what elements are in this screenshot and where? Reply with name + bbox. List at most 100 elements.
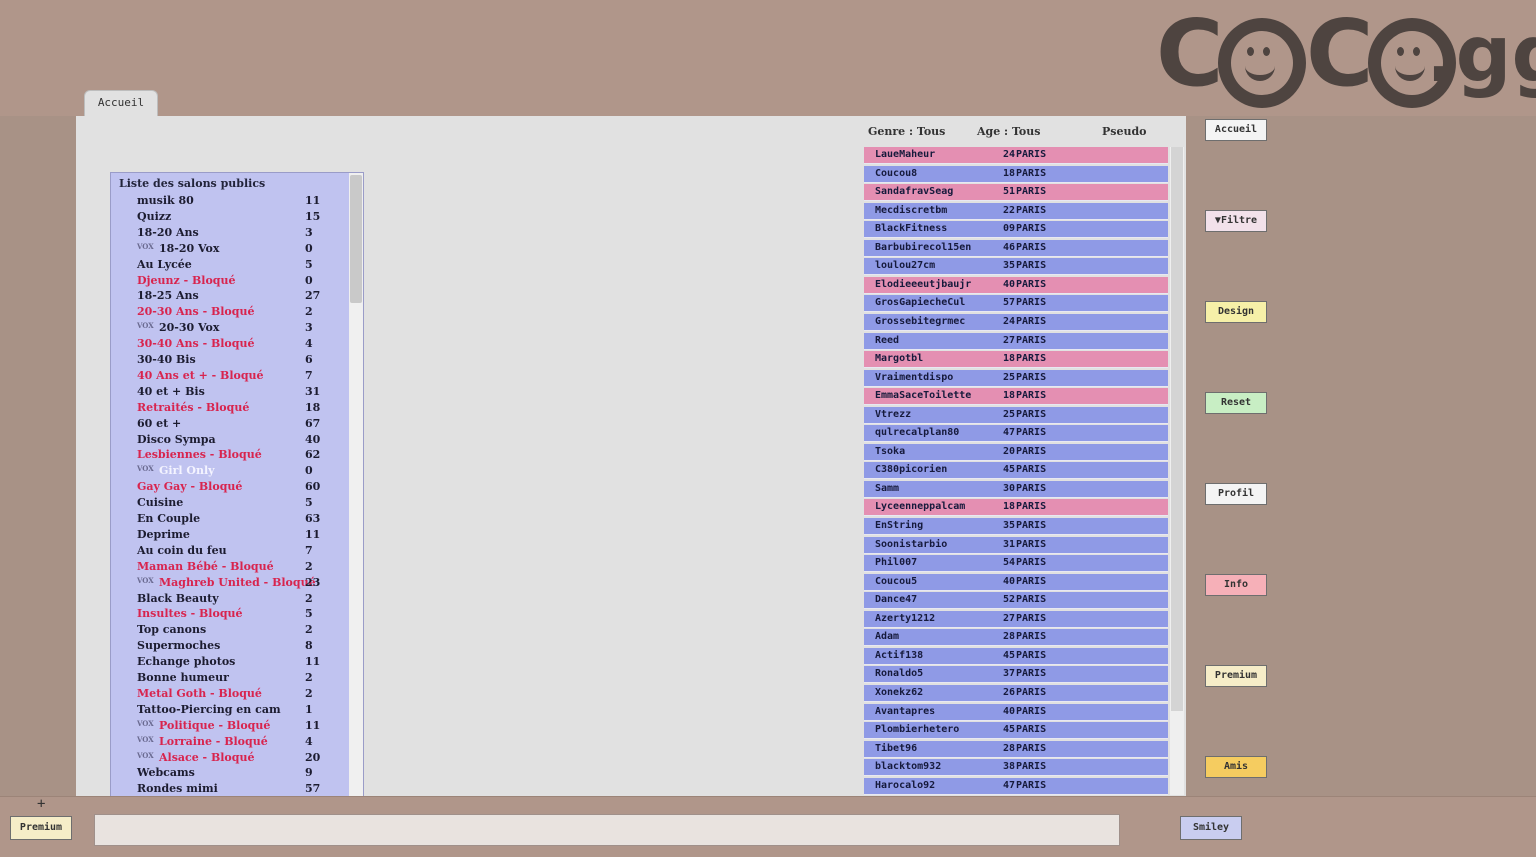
- user-row[interactable]: Mecdiscretbm 22 PARIS: [864, 202, 1168, 220]
- age-filter[interactable]: Age : Tous: [977, 125, 1040, 138]
- user-row[interactable]: Dance47 52 PARIS: [864, 592, 1168, 610]
- nav-button-amis[interactable]: Amis: [1205, 756, 1267, 778]
- room-item[interactable]: VOX Alsace - Bloqué 20: [115, 750, 349, 766]
- room-item[interactable]: Gay Gay - Bloqué 60: [115, 479, 349, 495]
- genre-filter[interactable]: Genre : Tous: [868, 125, 945, 138]
- user-row[interactable]: Xonekz62 26 PARIS: [864, 684, 1168, 702]
- user-pseudo: Dance47: [875, 594, 918, 606]
- nav-button-reset[interactable]: Reset: [1205, 392, 1267, 414]
- user-row[interactable]: Margotbl 18 PARIS: [864, 351, 1168, 369]
- user-row[interactable]: Vtrezz 25 PARIS: [864, 406, 1168, 424]
- user-row[interactable]: C380picorien 45 PARIS: [864, 462, 1168, 480]
- user-row[interactable]: Tibet96 28 PARIS: [864, 740, 1168, 758]
- user-row[interactable]: Harocalo92 47 PARIS: [864, 777, 1168, 795]
- plus-icon[interactable]: +: [37, 796, 45, 812]
- user-row[interactable]: Phil007 54 PARIS: [864, 555, 1168, 573]
- user-row[interactable]: GrosGapiecheCul 57 PARIS: [864, 295, 1168, 313]
- user-row[interactable]: LaueMaheur 24 PARIS: [864, 147, 1168, 164]
- smiley-button[interactable]: Smiley: [1180, 816, 1242, 840]
- room-item[interactable]: VOX 20-30 Vox 3: [115, 320, 349, 336]
- room-item[interactable]: 40 Ans et + - Bloqué 7: [115, 368, 349, 384]
- room-item[interactable]: VOX 18-20 Vox 0: [115, 241, 349, 257]
- room-item[interactable]: Djeunz - Bloqué 0: [115, 273, 349, 289]
- room-item[interactable]: Echange photos 11: [115, 654, 349, 670]
- user-city: PARIS: [1016, 668, 1047, 680]
- user-row[interactable]: Reed 27 PARIS: [864, 332, 1168, 350]
- user-list-scrollbar[interactable]: [1170, 147, 1184, 795]
- user-row[interactable]: Soonistarbio 31 PARIS: [864, 536, 1168, 554]
- user-row[interactable]: SandafravSeag 51 PARIS: [864, 184, 1168, 202]
- room-item[interactable]: Deprime 11: [115, 527, 349, 543]
- public-rooms-list[interactable]: Liste des salons publics musik 80 11 Quizz…: [110, 172, 364, 798]
- user-row[interactable]: Coucou5 40 PARIS: [864, 573, 1168, 591]
- room-item[interactable]: Disco Sympa 40: [115, 432, 349, 448]
- room-item[interactable]: Metal Goth - Bloqué 2: [115, 686, 349, 702]
- room-name: Bonne humeur: [137, 671, 229, 684]
- room-item[interactable]: Top canons 2: [115, 622, 349, 638]
- room-item[interactable]: Rondes mimi 57: [115, 781, 349, 797]
- user-row[interactable]: Ronaldo5 37 PARIS: [864, 666, 1168, 684]
- user-row[interactable]: Actif138 45 PARIS: [864, 647, 1168, 665]
- room-item[interactable]: musik 80 11: [115, 193, 349, 209]
- user-row[interactable]: Vraimentdispo 25 PARIS: [864, 369, 1168, 387]
- user-row[interactable]: Adam 28 PARIS: [864, 629, 1168, 647]
- room-item[interactable]: Cuisine 5: [115, 495, 349, 511]
- user-row[interactable]: EnString 35 PARIS: [864, 518, 1168, 535]
- room-item[interactable]: 30-40 Ans - Bloqué 4: [115, 336, 349, 352]
- nav-button-profil[interactable]: Profil: [1205, 483, 1267, 505]
- user-row[interactable]: Grossebitegrmec 24 PARIS: [864, 313, 1168, 331]
- user-row[interactable]: BlackFitness 09 PARIS: [864, 221, 1168, 239]
- nav-button-premium[interactable]: Premium: [1205, 665, 1267, 687]
- user-row[interactable]: EmmaSaceToilette 18 PARIS: [864, 388, 1168, 406]
- user-row[interactable]: qulrecalplan80 47 PARIS: [864, 425, 1168, 443]
- room-item[interactable]: Au Lycée 5: [115, 257, 349, 273]
- user-row[interactable]: loulou27cm 35 PARIS: [864, 258, 1168, 276]
- room-item[interactable]: En Couple 63: [115, 511, 349, 527]
- user-row[interactable]: Plombierhetero 45 PARIS: [864, 722, 1168, 740]
- rooms-scrollbar[interactable]: [349, 173, 363, 797]
- premium-button[interactable]: Premium: [10, 816, 72, 840]
- room-count: 5: [305, 257, 313, 271]
- message-input[interactable]: [94, 814, 1120, 846]
- room-item[interactable]: Supermoches 8: [115, 638, 349, 654]
- room-item[interactable]: Au coin du feu 7: [115, 543, 349, 559]
- user-age: 52: [1003, 594, 1016, 606]
- user-row[interactable]: Coucou8 18 PARIS: [864, 165, 1168, 183]
- user-row[interactable]: Barbubirecol15en 46 PARIS: [864, 239, 1168, 257]
- room-item[interactable]: Insultes - Bloqué 5: [115, 606, 349, 622]
- nav-button-design[interactable]: Design: [1205, 301, 1267, 323]
- room-item[interactable]: Bonne humeur 2: [115, 670, 349, 686]
- room-item[interactable]: VOX Girl Only 0: [115, 463, 349, 479]
- user-age: 45: [1003, 724, 1016, 736]
- user-scroll-thumb[interactable]: [1171, 147, 1183, 711]
- pseudo-sort[interactable]: Pseudo: [1102, 125, 1147, 138]
- room-item[interactable]: 18-25 Ans 27: [115, 288, 349, 304]
- user-city: PARIS: [1016, 297, 1047, 309]
- rooms-scroll-thumb[interactable]: [350, 175, 362, 303]
- room-item[interactable]: Retraités - Bloqué 18: [115, 400, 349, 416]
- user-city: PARIS: [1016, 482, 1047, 494]
- user-row[interactable]: Azerty1212 27 PARIS: [864, 610, 1168, 628]
- room-item[interactable]: 30-40 Bis 6: [115, 352, 349, 368]
- room-item[interactable]: Webcams 9: [115, 765, 349, 781]
- nav-button-filtre[interactable]: ▼Filtre: [1205, 210, 1267, 232]
- user-list[interactable]: LaueMaheur 24 PARIS Coucou8 18 PARIS Sandafrav…: [864, 147, 1168, 795]
- user-pseudo: Vraimentdispo: [875, 371, 954, 383]
- user-pseudo: Reed: [875, 334, 900, 346]
- room-item[interactable]: 40 et + Bis 31: [115, 384, 349, 400]
- user-row[interactable]: Elodieeeutjbaujr 40 PARIS: [864, 276, 1168, 294]
- room-item[interactable]: 60 et + 67: [115, 416, 349, 432]
- tab-accueil[interactable]: Accueil: [84, 90, 158, 116]
- user-row[interactable]: Lyceenneppalcam 18 PARIS: [864, 499, 1168, 517]
- user-row[interactable]: blacktom932 38 PARIS: [864, 759, 1168, 777]
- room-item[interactable]: Black Beauty 2: [115, 591, 349, 607]
- user-city: PARIS: [1016, 223, 1047, 235]
- user-row[interactable]: Avantapres 40 PARIS: [864, 703, 1168, 721]
- nav-button-accueil[interactable]: Accueil: [1205, 119, 1267, 141]
- user-row[interactable]: Tsoka 20 PARIS: [864, 443, 1168, 461]
- user-pseudo: Phil007: [875, 557, 918, 569]
- room-item[interactable]: VOX Maghreb United - Bloqué 23: [115, 575, 349, 591]
- room-item[interactable]: Quizz 15: [115, 209, 349, 225]
- user-row[interactable]: Samm 30 PARIS: [864, 480, 1168, 498]
- nav-button-info[interactable]: Info: [1205, 574, 1267, 596]
